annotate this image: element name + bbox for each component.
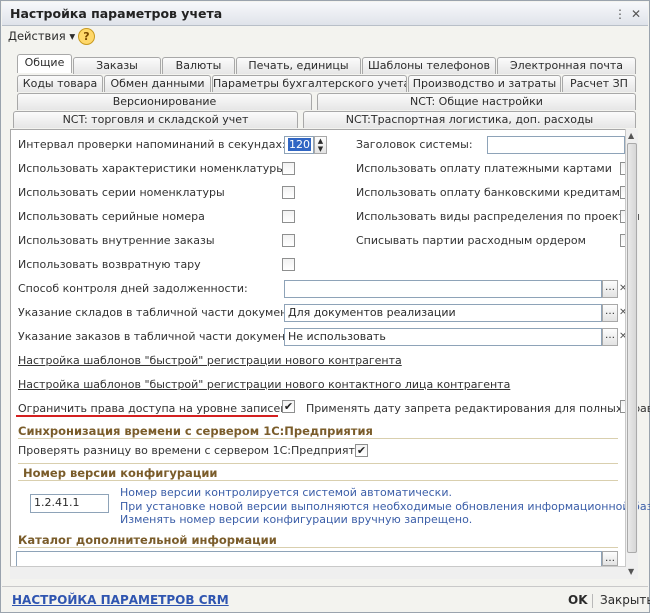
version-note-2: При установке новой версии выполняются н… <box>120 499 650 513</box>
tab-nct-trade-warehouse[interactable]: NCT: торговля и складской учет <box>13 111 298 128</box>
system-title-input[interactable] <box>487 136 625 154</box>
horizontal-scrollbar[interactable] <box>10 566 626 579</box>
tab-nct-general[interactable]: NCT: Общие настройки <box>317 93 636 110</box>
bank-credit-label: Использовать оплату банковскими кредитам… <box>356 186 628 199</box>
internal-orders-checkbox[interactable] <box>282 234 295 247</box>
tab-orders[interactable]: Заказы <box>73 57 161 74</box>
tab-payroll[interactable]: Расчет ЗП <box>562 75 636 92</box>
debt-control-label: Способ контроля дней задолженности: <box>18 282 248 295</box>
sync-check-label: Проверять разницу во времени с сервером … <box>18 444 369 457</box>
catalog-select-button[interactable]: … <box>602 551 618 566</box>
serial-numbers-label: Использовать серийные номера <box>18 210 205 223</box>
version-number-field: 1.2.41.1 <box>30 494 109 513</box>
return-tare-label: Использовать возвратную тару <box>18 258 201 271</box>
chevron-down-icon: ▾ <box>69 29 76 43</box>
catalog-section-heading: Каталог дополнительной информации <box>18 533 277 547</box>
writeoff-label: Списывать партии расходным ордером <box>356 234 586 247</box>
series-checkbox[interactable] <box>282 186 295 199</box>
scroll-down-icon[interactable]: ▼ <box>628 567 634 576</box>
catalog-input[interactable] <box>16 551 602 566</box>
menu-icon[interactable]: ⋮ <box>612 6 628 22</box>
serial-numbers-checkbox[interactable] <box>282 210 295 223</box>
debt-control-select-button[interactable]: … <box>602 280 618 298</box>
tab-product-codes[interactable]: Коды товара <box>17 75 103 92</box>
system-title-label: Заголовок системы: <box>356 138 473 151</box>
tab-production-costs[interactable]: Производство и затраты <box>408 75 561 92</box>
actions-menu[interactable]: Действия ▾ <box>8 29 75 43</box>
ok-button[interactable]: OK <box>568 593 588 607</box>
restrict-access-label: Ограничить права доступа на уровне запис… <box>18 402 288 415</box>
section-divider <box>18 547 618 548</box>
series-label: Использовать серии номенклатуры <box>18 186 225 199</box>
close-icon[interactable]: ✕ <box>628 6 644 22</box>
help-button[interactable]: ? <box>78 28 95 45</box>
distribution-label: Использовать виды распределения по проек… <box>356 210 640 223</box>
reminder-interval-label: Интервал проверки напоминаний в секундах… <box>18 138 286 151</box>
tab-data-exchange[interactable]: Обмен данными <box>104 75 211 92</box>
characteristics-label: Использовать характеристики номенклатуры <box>18 162 285 175</box>
red-underline-annotation <box>16 415 278 417</box>
tab-general[interactable]: Общие <box>17 54 72 73</box>
debt-control-input[interactable] <box>284 280 602 298</box>
toolbar: Действия ▾ ? <box>2 26 648 48</box>
reminder-stepper[interactable]: ▲ ▼ <box>314 136 327 154</box>
section-divider <box>18 480 618 481</box>
scroll-up-icon[interactable]: ▲ <box>628 131 634 140</box>
restrict-access-checkbox[interactable]: ✔ <box>282 400 295 413</box>
close-button[interactable]: Закрыть <box>600 593 650 607</box>
warehouse-select-button[interactable]: … <box>602 304 618 322</box>
internal-orders-label: Использовать внутренние заказы <box>18 234 215 247</box>
tab-accounting-params[interactable]: Параметры бухгалтерского учета <box>212 75 407 92</box>
tab-phone-templates[interactable]: Шаблоны телефонов <box>362 57 496 74</box>
tab-print-units[interactable]: Печать, единицы <box>236 57 361 74</box>
sync-section-heading: Синхронизация времени с сервером 1С:Пред… <box>18 424 373 438</box>
tab-currencies[interactable]: Валюты <box>162 57 235 74</box>
title-bar: Настройка параметров учета ⋮ ✕ <box>2 2 648 26</box>
footer-bar: НАСТРОЙКА ПАРАМЕТРОВ CRM OK Закрыть <box>2 586 650 612</box>
tab-nct-logistics[interactable]: NCT:Траспортная логистика, доп. расходы <box>303 111 636 128</box>
settings-window: Настройка параметров учета ⋮ ✕ Действия … <box>0 0 650 613</box>
section-divider <box>18 438 618 439</box>
orders-input[interactable]: Не использовать <box>284 328 602 346</box>
new-contact-templates-link[interactable]: Настройка шаблонов "быстрой" регистрации… <box>18 378 510 391</box>
characteristics-checkbox[interactable] <box>282 162 295 175</box>
version-note-3: Изменять номер версии конфигурации вручн… <box>120 513 473 526</box>
actions-label: Действия <box>8 29 66 43</box>
vertical-scrollbar[interactable]: ▲ ▼ <box>625 129 638 579</box>
sync-checkbox[interactable]: ✔ <box>355 444 368 457</box>
reminder-interval-input[interactable]: 120 <box>284 136 314 154</box>
tab-versioning[interactable]: Версионирование <box>17 93 312 110</box>
version-section-heading: Номер версии конфигурации <box>23 466 218 480</box>
window-title: Настройка параметров учета <box>10 6 223 21</box>
card-payment-label: Использовать оплату платежными картами <box>356 162 612 175</box>
section-divider <box>18 463 618 464</box>
orders-select-button[interactable]: … <box>602 328 618 346</box>
scroll-thumb[interactable] <box>627 143 637 553</box>
crm-settings-link[interactable]: НАСТРОЙКА ПАРАМЕТРОВ CRM <box>12 593 229 607</box>
warehouse-input[interactable]: Для документов реализации <box>284 304 602 322</box>
footer-separator <box>592 594 593 608</box>
reminder-interval-value: 120 <box>288 138 311 151</box>
warehouse-label: Указание складов в табличной части докум… <box>18 306 311 319</box>
new-contractor-templates-link[interactable]: Настройка шаблонов "быстрой" регистрации… <box>18 354 402 367</box>
version-note-1: Номер версии контролируется системой авт… <box>120 486 452 499</box>
edit-ban-label: Применять дату запрета редактирования дл… <box>306 402 650 415</box>
orders-label: Указание заказов в табличной части докум… <box>18 330 309 343</box>
return-tare-checkbox[interactable] <box>282 258 295 271</box>
tab-email[interactable]: Электронная почта <box>497 57 636 74</box>
